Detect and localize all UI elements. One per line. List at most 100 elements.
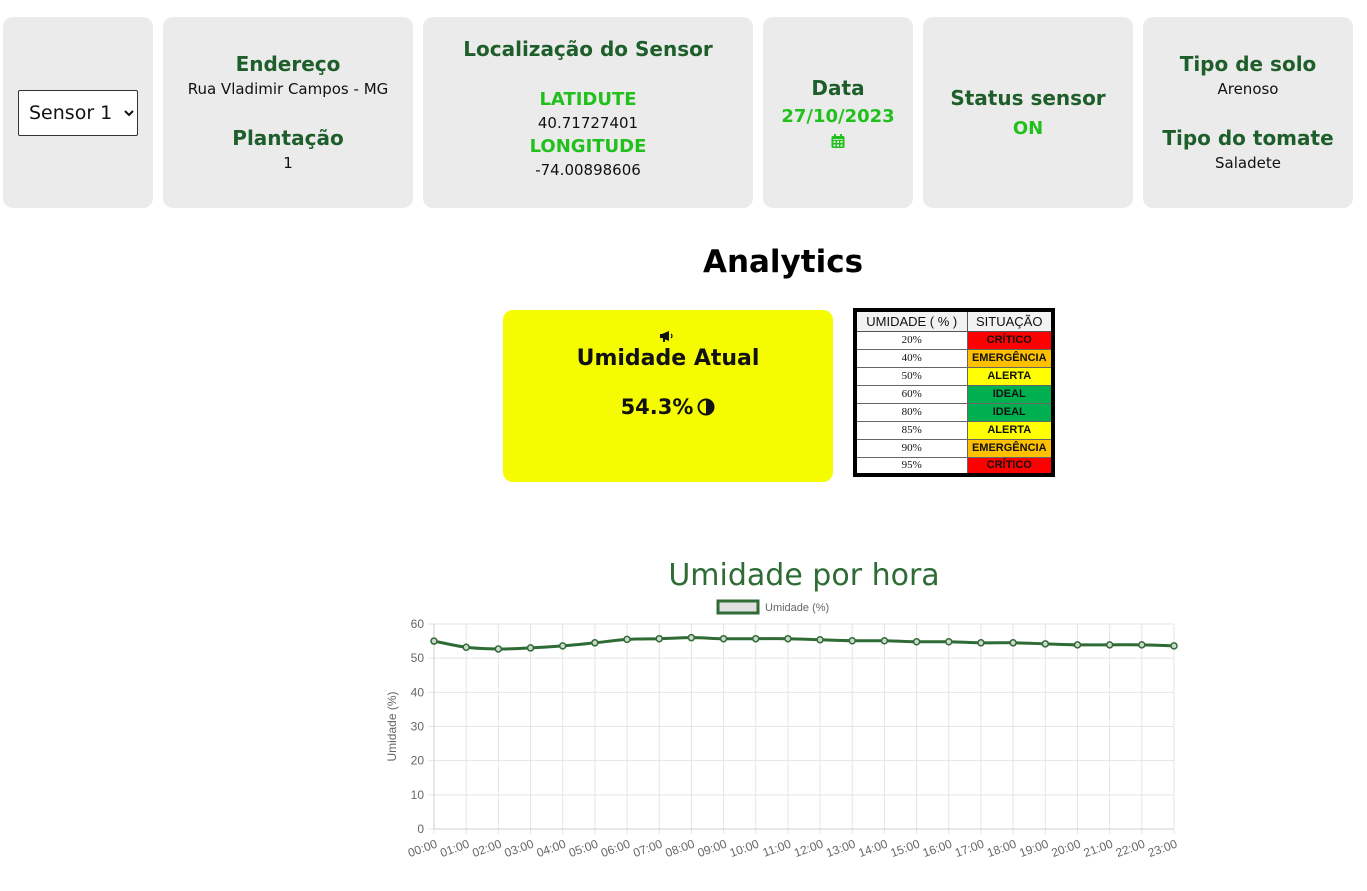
table-row: 90% EMERGÊNCIA: [854, 438, 1054, 458]
address-value: Rua Vladimir Campos - MG: [187, 80, 389, 98]
soil-type-value: Arenoso: [1217, 80, 1279, 98]
x-tick-label: 15:00: [889, 837, 922, 861]
y-tick-label: 50: [411, 651, 425, 665]
series-line: [433, 636, 1175, 651]
table-row: 50% ALERTA: [854, 366, 1054, 386]
sensor-location-card: Localização do Sensor LATIDUTE 40.717274…: [423, 17, 753, 208]
longitude-label: LONGITUDE: [529, 135, 647, 157]
x-tick-label: 14:00: [856, 837, 889, 861]
data-point: [1105, 641, 1114, 649]
x-tick-label: 16:00: [921, 837, 954, 861]
y-tick-label: 10: [411, 788, 425, 802]
date-card: Data 27/10/2023: [763, 17, 913, 208]
x-tick-label: 12:00: [792, 837, 825, 861]
x-tick-label: 13:00: [824, 837, 857, 861]
current-humidity-label: Umidade Atual: [576, 346, 760, 371]
humidity-cell: 80%: [854, 402, 968, 422]
situation-cell: IDEAL: [966, 384, 1054, 404]
x-tick-label: 18:00: [985, 837, 1018, 861]
sensor-select[interactable]: Sensor 1: [18, 89, 138, 136]
situation-cell: EMERGÊNCIA: [966, 438, 1054, 458]
x-tick-label: 09:00: [696, 837, 729, 861]
situation-cell: CRÍTICO: [966, 330, 1054, 350]
date-label: Data: [811, 76, 865, 100]
humidity-cell: 20%: [854, 330, 968, 350]
x-tick-label: 20:00: [1049, 837, 1082, 861]
humidity-cell: 40%: [854, 348, 968, 368]
table-row: 40% EMERGÊNCIA: [854, 348, 1054, 368]
x-tick-label: 10:00: [728, 837, 761, 861]
x-tick-label: 17:00: [953, 837, 986, 861]
y-tick-label: 30: [411, 720, 425, 734]
current-humidity-card: Umidade Atual 54.3%: [503, 310, 833, 482]
status-card: Status sensor ON: [923, 17, 1133, 208]
data-point: [1073, 641, 1082, 649]
humidity-cell: 85%: [854, 420, 968, 440]
x-tick-label: 05:00: [567, 837, 600, 861]
table-row: 80% IDEAL: [854, 402, 1054, 422]
chart-title: Umidade por hora: [668, 558, 939, 593]
data-point: [494, 645, 503, 653]
data-point: [591, 639, 599, 647]
table-row: 95% CRÍTICO: [854, 456, 1054, 476]
data-point: [462, 643, 470, 651]
data-point: [816, 635, 824, 644]
x-tick-label: 00:00: [406, 837, 439, 861]
soil-type-label: Tipo de solo: [1179, 52, 1317, 76]
data-point: [880, 636, 889, 645]
plantation-label: Plantação: [232, 125, 344, 150]
situation-cell: ALERTA: [966, 420, 1054, 440]
longitude-value: -74.00898606: [535, 160, 641, 179]
data-point: [945, 638, 953, 646]
y-tick-label: 20: [411, 754, 425, 768]
x-tick-label: 23:00: [1146, 837, 1179, 861]
data-point: [655, 634, 663, 643]
data-point: [912, 638, 921, 646]
situation-cell: ALERTA: [966, 366, 1054, 386]
soil-card: Tipo de solo Arenoso Tipo do tomate Sala…: [1143, 17, 1353, 208]
current-humidity-value: 54.3%: [620, 395, 694, 419]
data-point: [784, 634, 792, 643]
y-tick-label: 40: [411, 685, 425, 699]
x-tick-label: 02:00: [470, 837, 503, 861]
column-header-humidity: UMIDADE ( % ): [854, 309, 968, 332]
x-tick-label: 11:00: [761, 837, 793, 860]
situation-cell: EMERGÊNCIA: [966, 348, 1054, 368]
latitude-label: LATIDUTE: [539, 89, 637, 110]
half-circle-icon: [697, 398, 715, 416]
x-tick-label: 07:00: [631, 837, 664, 861]
x-tick-label: 22:00: [1114, 837, 1147, 861]
plantation-value: 1: [283, 153, 293, 172]
analytics-title: Analytics: [702, 244, 864, 280]
data-point: [1138, 641, 1146, 649]
data-point: [1170, 642, 1178, 650]
table-row: 20% CRÍTICO: [854, 330, 1054, 350]
data-point: [430, 637, 438, 645]
data-point: [558, 642, 567, 650]
tomato-type-value: Saladete: [1215, 153, 1281, 172]
x-tick-label: 01:00: [438, 837, 471, 861]
situation-cell: IDEAL: [966, 402, 1054, 422]
sensor-location-label: Localização do Sensor: [463, 37, 713, 61]
data-point: [719, 634, 728, 643]
data-point: [1009, 639, 1017, 647]
x-tick-label: 06:00: [599, 837, 632, 861]
data-point: [526, 644, 535, 652]
humidity-cell: 95%: [854, 456, 968, 476]
humidity-chart: Umidade por hora Umidade (%) 0 10 20 30 40 50 60…: [380, 550, 1190, 880]
humidity-cell: 90%: [854, 438, 968, 458]
data-point: [687, 633, 696, 642]
date-value: 27/10/2023: [781, 106, 895, 127]
x-tick-label: 03:00: [503, 837, 536, 861]
data-point: [848, 636, 857, 645]
humidity-reference-table: UMIDADE ( % ) SITUAÇÃO 20% CRÍTICO 40% EMER…: [853, 308, 1055, 477]
status-value: ON: [1012, 118, 1044, 139]
x-tick-label: 19:00: [1017, 837, 1050, 861]
tomato-type-label: Tipo do tomate: [1162, 125, 1334, 150]
table-body: 20% CRÍTICO 40% EMERGÊNCIA 50% ALERTA 60% IDEAL…: [854, 330, 1054, 476]
legend-swatch: [716, 599, 760, 615]
humidity-chart-svg: Umidade por hora Umidade (%) 0 10 20 30 40 50 60…: [385, 558, 1179, 861]
status-label: Status sensor: [950, 86, 1106, 110]
sensor-select-card: Sensor 1: [3, 17, 153, 208]
humidity-cell: 60%: [854, 384, 968, 404]
